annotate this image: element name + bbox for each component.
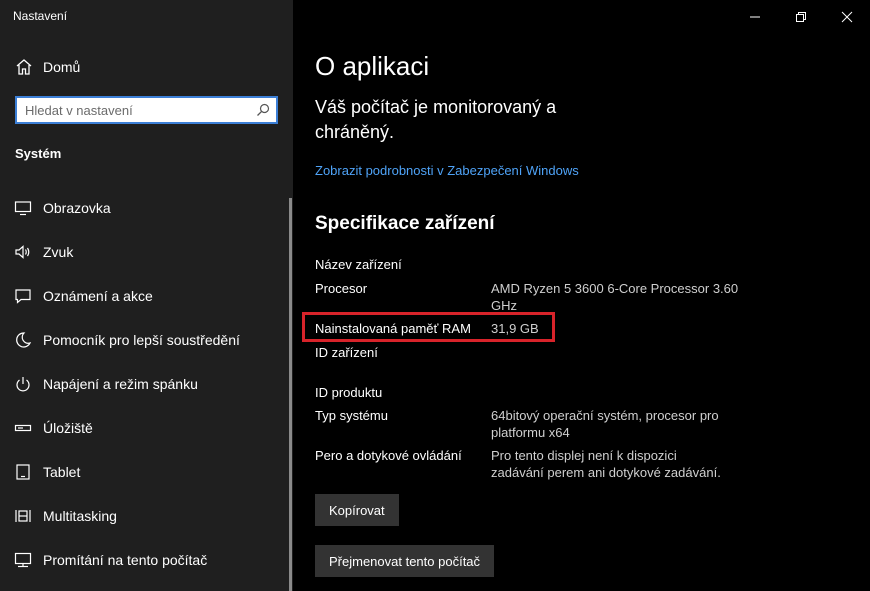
sidebar-item-label: Promítání na tento počítač <box>43 552 208 568</box>
minimize-icon <box>750 16 760 18</box>
copy-button[interactable]: Kopírovat <box>315 494 399 526</box>
spec-key: Typ systému <box>315 408 388 423</box>
sidebar-item-promitani[interactable]: Promítání na tento počítač <box>0 538 290 582</box>
device-specs-heading: Specifikace zařízení <box>315 213 495 234</box>
sidebar-item-label: Zvuk <box>43 244 74 260</box>
home-label: Domů <box>43 59 81 75</box>
sidebar-item-label: Tablet <box>43 464 81 480</box>
section-title: Systém <box>15 146 62 161</box>
sidebar-item-multitasking[interactable]: Multitasking <box>0 494 290 538</box>
sidebar-item-zvuk[interactable]: Zvuk <box>0 230 290 274</box>
sidebar-item-label: Napájení a režim spánku <box>43 376 198 392</box>
spec-key: ID produktu <box>315 385 383 400</box>
sidebar-item-label: Pomocník pro lepší soustředění <box>43 332 240 348</box>
spec-key: ID zařízení <box>315 345 378 360</box>
app-title: Nastavení <box>13 9 68 23</box>
spec-value: AMD Ryzen 5 3600 6-Core Processor 3.60 G… <box>491 281 739 313</box>
close-button[interactable] <box>824 0 870 34</box>
sidebar-item-napajeni[interactable]: Napájení a režim spánku <box>0 362 290 406</box>
sidebar-item-oznameni[interactable]: Oznámení a akce <box>0 274 290 318</box>
sidebar-item-label: Úložiště <box>43 420 93 436</box>
sidebar-item-obrazovka[interactable]: Obrazovka <box>0 186 290 230</box>
sidebar-item-pomocnik[interactable]: Pomocník pro lepší soustředění <box>0 318 290 362</box>
sidebar-item-label: Obrazovka <box>43 200 111 216</box>
spec-key: Název zařízení <box>315 257 402 272</box>
sidebar-item-label: Oznámení a akce <box>43 288 153 304</box>
spec-value: Pro tento displej není k dispozici zadáv… <box>491 448 721 480</box>
tablet-icon <box>16 464 30 480</box>
page-title: O aplikaci <box>315 51 430 81</box>
main-content: O aplikaci Váš počítač je monitorovaný a… <box>293 0 870 591</box>
rename-pc-button[interactable]: Přejmenovat tento počítač <box>315 545 495 577</box>
notification-icon <box>15 289 31 304</box>
monitor-icon <box>14 201 32 216</box>
speaker-icon <box>15 245 30 259</box>
search-box[interactable] <box>15 96 278 124</box>
security-details-link[interactable]: Zobrazit podrobnosti v Zabezpečení Windo… <box>315 163 579 178</box>
sidebar-nav: Obrazovka Zvuk Oznámení a akce Pomocník … <box>0 186 290 582</box>
sidebar-item-label: Multitasking <box>43 508 117 524</box>
spec-key: Pero a dotykové ovládání <box>315 448 462 463</box>
protection-status: Váš počítač je monitorovaný a chráněný. <box>315 97 557 142</box>
search-input[interactable] <box>17 99 242 121</box>
spec-key: Procesor <box>315 281 368 296</box>
search-icon[interactable] <box>256 103 270 117</box>
sidebar: Nastavení Domů Systém Obrazovka Zvuk <box>0 0 293 591</box>
restore-button[interactable] <box>778 0 824 34</box>
sidebar-item-uloziste[interactable]: Úložiště <box>0 406 290 450</box>
multitasking-icon <box>15 510 31 522</box>
minimize-button[interactable] <box>732 0 778 34</box>
projecting-icon <box>14 552 32 568</box>
home-icon <box>16 59 32 75</box>
sidebar-item-home[interactable]: Domů <box>0 48 293 86</box>
storage-icon <box>14 424 32 432</box>
restore-icon <box>796 12 806 22</box>
sidebar-scrollbar[interactable] <box>289 198 292 591</box>
moon-icon <box>16 332 32 348</box>
ram-highlight-box <box>302 312 555 342</box>
power-icon <box>16 377 30 392</box>
window-controls <box>732 0 870 34</box>
sidebar-item-tablet[interactable]: Tablet <box>0 450 290 494</box>
close-icon <box>841 11 853 23</box>
spec-value: 64bitový operační systém, procesor pro p… <box>491 408 719 440</box>
